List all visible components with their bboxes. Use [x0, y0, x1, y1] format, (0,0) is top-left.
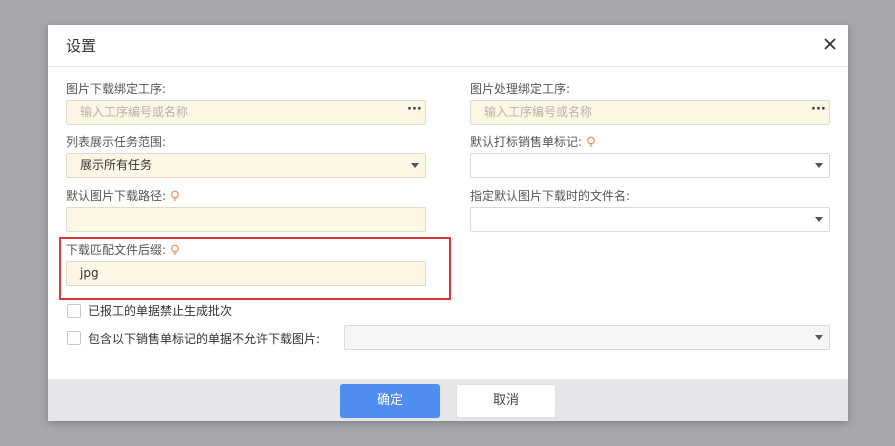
highlight-frame: [59, 237, 451, 300]
default-download-path-label: 默认图片下载路径:: [66, 188, 180, 204]
list-task-scope-select[interactable]: 展示所有任务: [66, 153, 426, 178]
sales-mark-no-download-select[interactable]: [344, 325, 830, 350]
sales-mark-no-download-checkbox[interactable]: [67, 331, 81, 345]
default-file-name-label: 指定默认图片下载时的文件名:: [470, 189, 631, 203]
default-download-path-input[interactable]: [66, 207, 426, 232]
dialog-footer: 确定 取消: [48, 379, 848, 421]
lightbulb-icon[interactable]: [170, 190, 180, 202]
image-processing-process-placeholder: 输入工序编号或名称: [484, 105, 593, 119]
list-task-scope-value: 展示所有任务: [80, 158, 153, 172]
image-processing-process-input[interactable]: 输入工序编号或名称 ···: [470, 100, 830, 125]
more-dots-icon[interactable]: ···: [811, 103, 826, 121]
lightbulb-icon[interactable]: [586, 136, 596, 148]
default-download-path-label-text: 默认图片下载路径:: [66, 189, 167, 203]
more-dots-icon[interactable]: ···: [407, 103, 422, 121]
settings-dialog: 设置 图片下载绑定工序: 输入工序编号或名称 ··· 图片处理绑定工序: 输入工…: [48, 25, 848, 421]
chevron-down-icon: [411, 163, 419, 168]
default-sales-mark-select[interactable]: [470, 153, 830, 178]
list-task-scope-label: 列表展示任务范围:: [66, 135, 167, 149]
close-icon[interactable]: [822, 36, 838, 52]
cancel-button[interactable]: 取消: [456, 384, 556, 418]
ok-button[interactable]: 确定: [340, 384, 440, 418]
image-processing-process-label: 图片处理绑定工序:: [470, 82, 571, 96]
chevron-down-icon: [815, 163, 823, 168]
dialog-title: 设置: [66, 37, 97, 55]
default-sales-mark-label-text: 默认打标销售单标记:: [470, 135, 583, 149]
reported-no-batch-checkbox[interactable]: [67, 304, 81, 318]
chevron-down-icon: [815, 217, 823, 222]
image-download-process-placeholder: 输入工序编号或名称: [80, 105, 189, 119]
image-download-process-input[interactable]: 输入工序编号或名称 ···: [66, 100, 426, 125]
image-download-process-label: 图片下载绑定工序:: [66, 82, 167, 96]
reported-no-batch-label: 已报工的单据禁止生成批次: [88, 304, 233, 318]
default-file-name-select[interactable]: [470, 207, 830, 232]
title-divider: [48, 66, 848, 67]
sales-mark-no-download-label: 包含以下销售单标记的单据不允许下载图片:: [88, 332, 321, 346]
default-sales-mark-label: 默认打标销售单标记:: [470, 134, 596, 150]
chevron-down-icon: [815, 335, 823, 340]
